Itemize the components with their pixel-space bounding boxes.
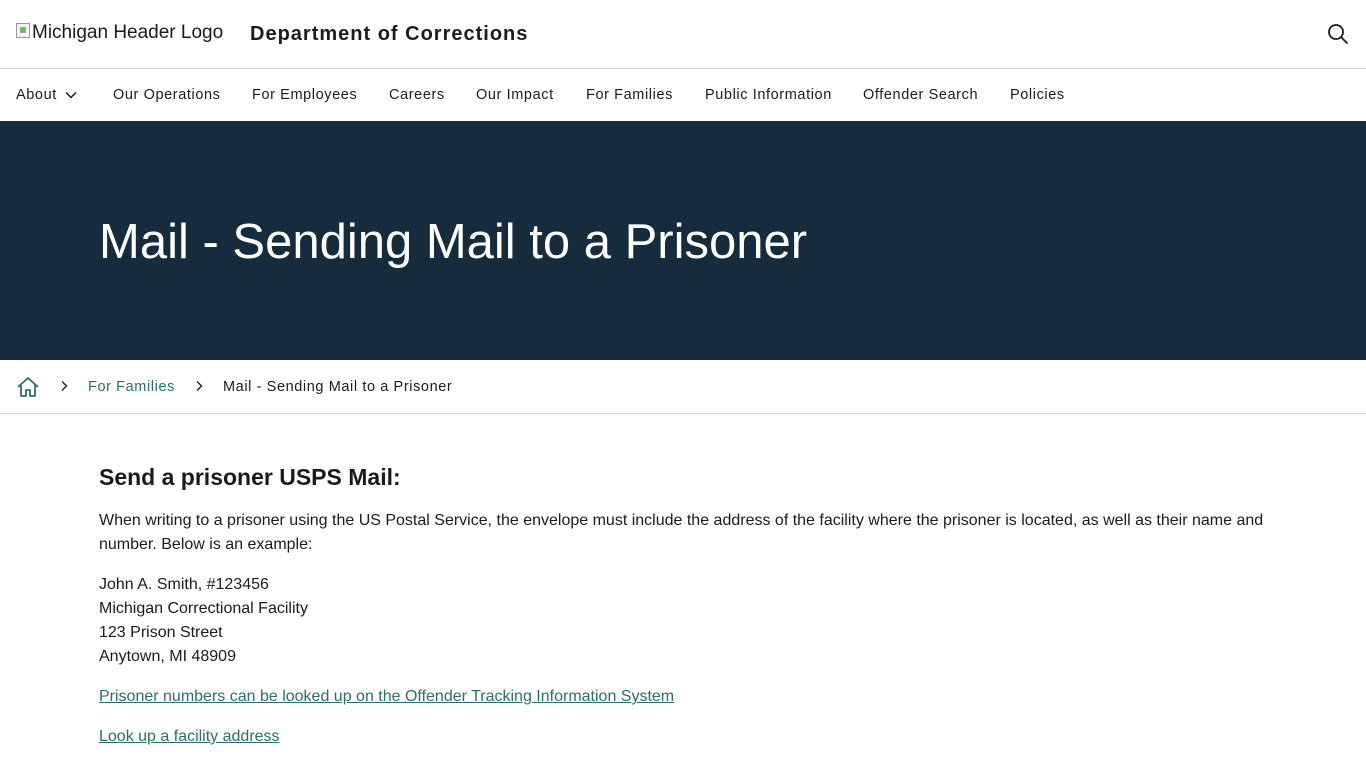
broken-image-icon (16, 23, 30, 38)
nav-item-careers[interactable]: Careers (389, 87, 445, 103)
site-header: Michigan Header Logo Department of Corre… (0, 0, 1366, 69)
nav-item-our-impact[interactable]: Our Impact (476, 87, 554, 103)
nav-item-for-families[interactable]: For Families (586, 87, 673, 103)
main-nav: About Our Operations For Employees Caree… (0, 69, 1366, 121)
example-address: John A. Smith, #123456 Michigan Correcti… (99, 573, 308, 669)
chevron-down-icon (65, 91, 77, 99)
nav-item-label: About (16, 87, 57, 103)
address-line: Michigan Correctional Facility (99, 600, 308, 617)
chevron-right-icon (61, 381, 68, 391)
nav-item-our-operations[interactable]: Our Operations (113, 87, 221, 103)
breadcrumb-for-families[interactable]: For Families (88, 379, 175, 395)
hero-banner: Mail - Sending Mail to a Prisoner (0, 121, 1366, 360)
nav-item-about[interactable]: About (16, 87, 77, 103)
site-title[interactable]: Department of Corrections (250, 23, 528, 46)
michigan-logo[interactable]: Michigan Header Logo (16, 22, 223, 44)
nav-item-for-employees[interactable]: For Employees (252, 87, 357, 103)
address-line: John A. Smith, #123456 (99, 576, 269, 593)
address-line: Anytown, MI 48909 (99, 648, 236, 665)
nav-item-policies[interactable]: Policies (1010, 87, 1065, 103)
facility-address-link[interactable]: Look up a facility address (99, 728, 280, 746)
nav-item-public-information[interactable]: Public Information (705, 87, 832, 103)
breadcrumb-current: Mail - Sending Mail to a Prisoner (223, 379, 453, 395)
chevron-right-icon (196, 381, 203, 391)
breadcrumb-home-link[interactable] (16, 375, 40, 399)
search-button[interactable] (1326, 22, 1350, 46)
search-icon (1328, 24, 1348, 44)
address-line: 123 Prison Street (99, 624, 223, 641)
intro-paragraph: When writing to a prisoner using the US … (99, 512, 1264, 553)
logo-alt-text: Michigan Header Logo (32, 22, 224, 43)
page-title: Mail - Sending Mail to a Prisoner (99, 215, 808, 269)
breadcrumb: For Families Mail - Sending Mail to a Pr… (0, 360, 1366, 414)
offender-tracking-link[interactable]: Prisoner numbers can be looked up on the… (99, 688, 674, 706)
section-heading: Send a prisoner USPS Mail: (99, 464, 401, 490)
home-icon (17, 377, 39, 397)
nav-item-offender-search[interactable]: Offender Search (863, 87, 978, 103)
